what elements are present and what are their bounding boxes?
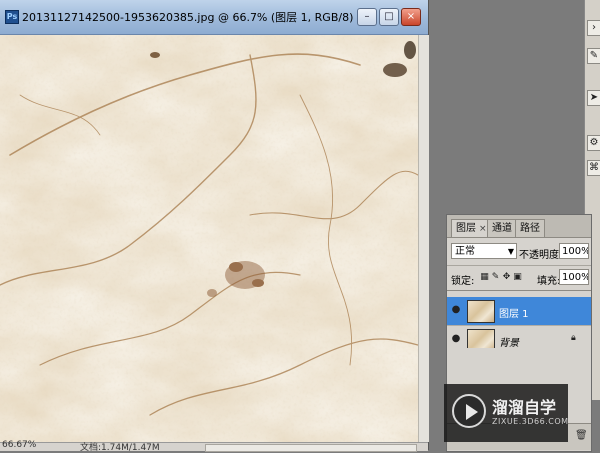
tab-paths[interactable]: 路径 — [515, 219, 545, 237]
lock-transparent-icon[interactable]: ▦ — [480, 272, 489, 283]
play-icon — [466, 404, 478, 420]
document-vertical-scrollbar[interactable] — [418, 35, 429, 442]
lock-label: 锁定: — [451, 276, 475, 287]
blend-mode-select[interactable]: 正常 ▼ — [451, 243, 517, 259]
close-button[interactable]: × — [401, 8, 421, 26]
tab-paths-label: 路径 — [520, 223, 540, 234]
image-canvas[interactable] — [0, 35, 418, 442]
lock-icon: 🔒︎ — [571, 333, 576, 343]
dropdown-arrow-icon: ▼ — [507, 247, 514, 256]
trash-icon[interactable]: 🗑︎ — [575, 430, 588, 442]
lock-pixels-icon[interactable]: ✎ — [491, 272, 500, 283]
layer-thumbnail — [467, 300, 495, 323]
photoshop-doc-icon: Ps — [5, 10, 19, 24]
zoom-level[interactable]: 66.67% — [2, 440, 36, 450]
minimize-button[interactable]: – — [357, 8, 377, 26]
layer-name: 图层 1 — [499, 309, 529, 320]
brush-icon[interactable]: ✎ — [587, 48, 600, 64]
layer-name: 背景 — [499, 338, 519, 349]
fill-label: 填充: — [537, 276, 561, 287]
eye-icon[interactable]: ● — [450, 333, 462, 345]
gear-icon[interactable]: ⚙ — [587, 135, 600, 151]
fill-input[interactable]: 100% — [559, 269, 589, 285]
tool-icon[interactable]: ⌘ — [587, 160, 600, 176]
blend-mode-value: 正常 — [455, 246, 475, 257]
close-icon[interactable]: × — [479, 224, 487, 234]
layer-row-1[interactable]: ● 图层 1 — [447, 297, 591, 326]
watermark-url: ZIXUE.3D66.COM — [492, 417, 569, 426]
play-logo-icon — [452, 394, 486, 428]
tab-layers[interactable]: 图层 × — [451, 219, 492, 237]
opacity-label: 不透明度: — [519, 250, 563, 261]
lock-all-icon[interactable]: ▣ — [513, 272, 522, 283]
tab-layers-label: 图层 — [456, 223, 476, 234]
arrow-icon[interactable]: › — [587, 20, 600, 36]
lock-row: 锁定: ▦ ✎ ✥ ▣ 填充: 100% — [447, 266, 591, 291]
watermark-logo: 溜溜自学 ZIXUE.3D66.COM — [444, 384, 568, 442]
arrow-icon[interactable]: ➤ — [587, 90, 600, 106]
document-title: 20131127142500-1953620385.jpg @ 66.7% (图… — [22, 11, 354, 24]
eye-icon[interactable]: ● — [450, 304, 462, 316]
opacity-input[interactable]: 100% — [559, 243, 589, 259]
document-window: Ps 20131127142500-1953620385.jpg @ 66.7%… — [0, 0, 429, 453]
document-horizontal-scrollbar[interactable] — [205, 444, 417, 452]
marble-texture-image — [0, 35, 418, 442]
document-titlebar[interactable]: Ps 20131127142500-1953620385.jpg @ 66.7%… — [0, 0, 428, 35]
lock-position-icon[interactable]: ✥ — [502, 272, 511, 283]
tab-channels[interactable]: 通道 — [487, 219, 517, 237]
document-size-info: 文档:1.74M/1.47M — [80, 443, 160, 453]
tab-channels-label: 通道 — [492, 223, 512, 234]
watermark-brand: 溜溜自学 — [492, 398, 557, 417]
blend-row: 正常 ▼ 不透明度: 100% — [447, 239, 591, 266]
restore-button[interactable]: □ — [379, 8, 399, 26]
panel-tab-bar: 图层 × 通道 路径 — [447, 215, 591, 238]
